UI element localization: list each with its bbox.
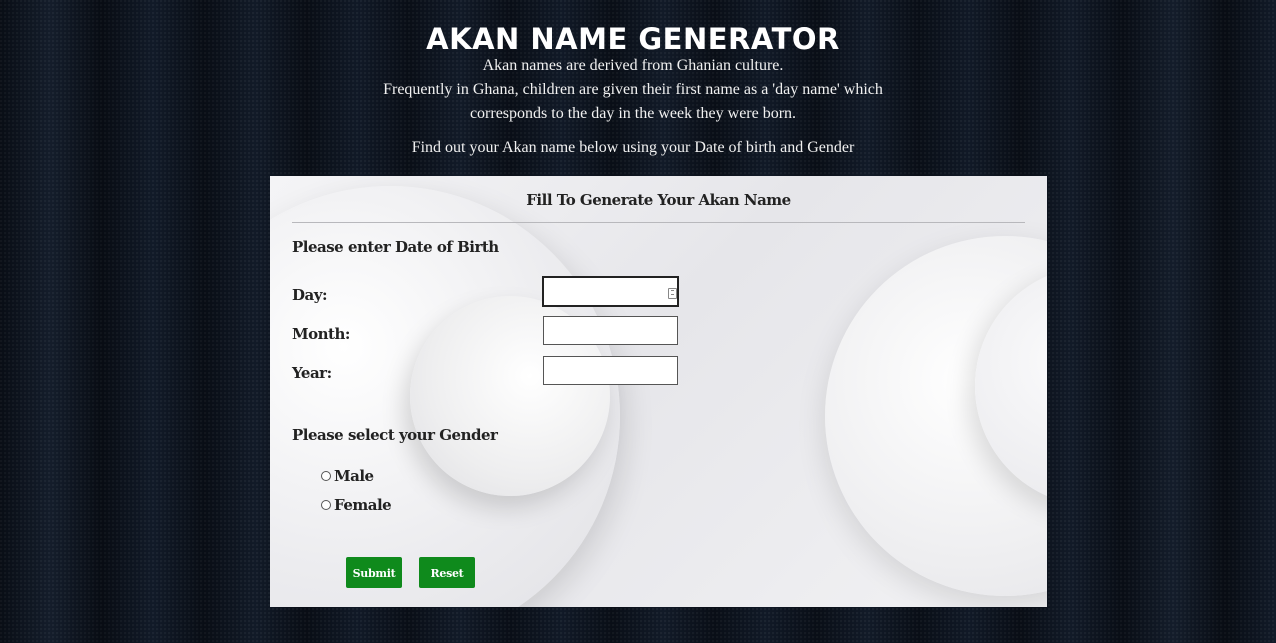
submit-button[interactable]: Submit	[346, 557, 402, 588]
day-label: Day:	[292, 286, 327, 304]
autofill-icon[interactable]	[668, 288, 677, 299]
radio-button-male[interactable]	[321, 471, 331, 481]
find-instruction: Find out your Akan name below using your…	[411, 139, 855, 156]
gender-heading: Please select your Gender	[292, 426, 498, 444]
gender-label-male: Male	[334, 467, 374, 485]
year-input[interactable]	[543, 356, 678, 385]
radio-button-female[interactable]	[321, 500, 331, 510]
akan-name-form: Fill To Generate Your Akan Name Please e…	[270, 176, 1047, 607]
intro-line-2: Frequently in Ghana, children are given …	[383, 81, 883, 98]
intro-line-3: corresponds to the day in the week they …	[469, 105, 797, 122]
year-label: Year:	[292, 364, 332, 382]
gender-option-female[interactable]: Female	[321, 496, 392, 514]
month-input[interactable]	[543, 316, 678, 345]
gender-option-male[interactable]: Male	[321, 467, 374, 485]
day-input[interactable]	[542, 276, 679, 307]
intro-text: Akan names are derived from Ghanian cult…	[0, 54, 1266, 126]
page-title: AKAN NAME GENERATOR	[426, 22, 840, 57]
gender-label-female: Female	[334, 496, 392, 514]
form-card: Fill To Generate Your Akan Name Please e…	[270, 176, 1047, 607]
dob-heading: Please enter Date of Birth	[292, 238, 499, 256]
intro-line-1: Akan names are derived from Ghanian cult…	[482, 57, 784, 74]
form-divider	[292, 222, 1025, 223]
reset-button[interactable]: Reset	[419, 557, 475, 588]
form-title: Fill To Generate Your Akan Name	[526, 191, 791, 209]
month-label: Month:	[292, 325, 350, 343]
